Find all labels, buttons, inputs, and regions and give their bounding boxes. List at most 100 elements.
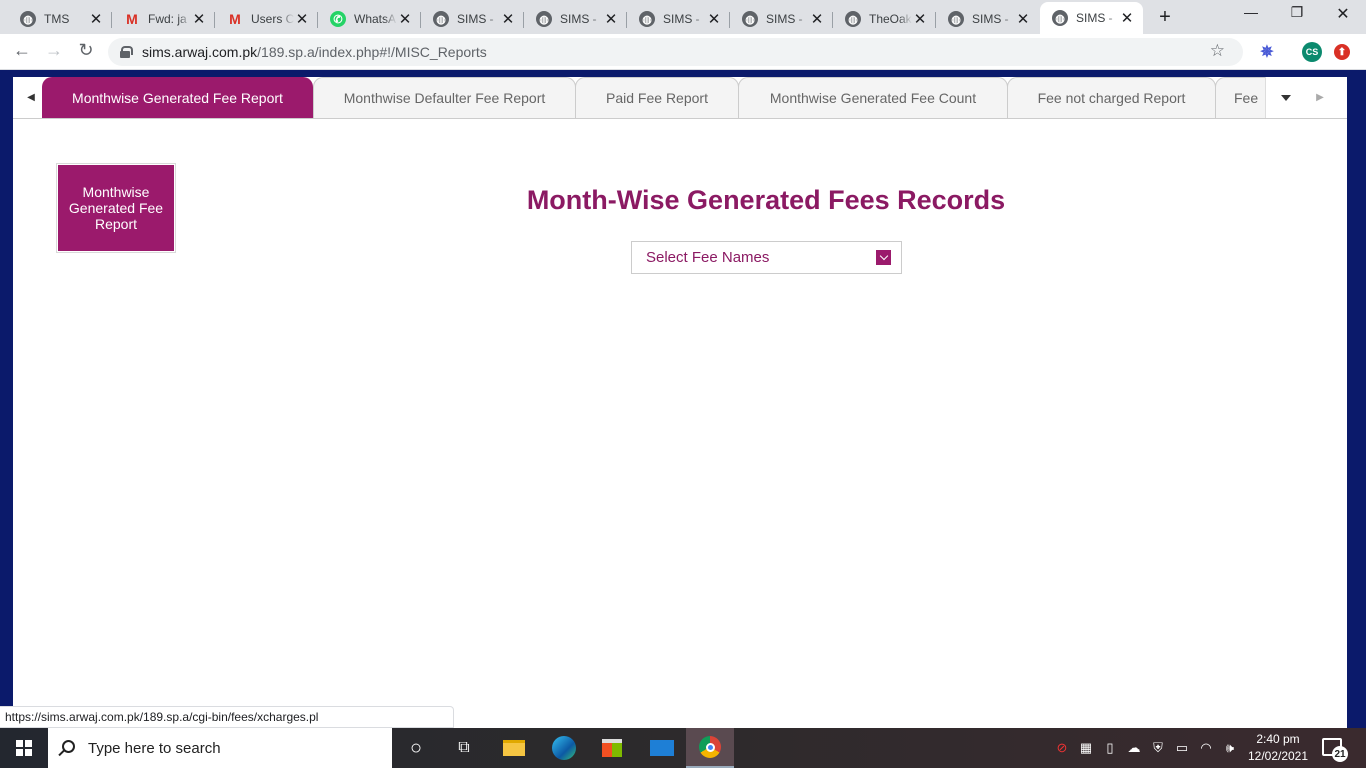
shield-icon[interactable]: ⛨ [1148,728,1168,768]
extension-icon[interactable]: ✵ [1257,42,1277,62]
report-tab-fee-not-charged[interactable]: Fee not charged Report [1007,77,1216,118]
close-icon[interactable]: ✕ [912,10,928,28]
bookmark-star-icon[interactable]: ☆ [1210,41,1225,61]
usb-icon[interactable]: ▯ [1100,728,1120,768]
browser-tab[interactable]: M Fwd: ja ✕ [112,4,215,34]
browser-tab-active[interactable]: ◍ SIMS - ✕ [1040,2,1143,34]
chrome-icon[interactable] [686,728,734,768]
browser-tab[interactable]: ◍ TMS ✕ [8,4,112,34]
notification-count: 21 [1332,746,1348,762]
status-bar-url: https://sims.arwaj.com.pk/189.sp.a/cgi-b… [0,706,454,728]
reload-icon[interactable]: ↻ [74,40,98,61]
edge-icon[interactable] [540,728,588,768]
globe-icon: ◍ [433,11,449,27]
gmail-icon: M [229,11,241,27]
close-icon[interactable]: ✕ [397,10,413,28]
browser-tab[interactable]: ◍ SIMS - ✕ [936,4,1039,34]
minimize-button[interactable]: — [1228,4,1274,20]
task-view-icon[interactable]: ⧉ [440,728,488,768]
tab-title: SIMS - [560,12,597,26]
new-tab-button[interactable]: + [1154,6,1176,29]
clock-date: 12/02/2021 [1247,749,1309,763]
report-tab-monthwise-generated[interactable]: Monthwise Generated Fee Report [42,77,313,118]
close-icon[interactable]: ✕ [500,10,516,28]
globe-icon: ◍ [20,11,36,27]
search-placeholder: Type here to search [88,739,221,757]
globe-icon: ◍ [1052,10,1068,26]
tab-title: SIMS - [663,12,700,26]
browser-tab-strip: ◍ TMS ✕ M Fwd: ja ✕ M Users C ✕ ✆ WhatsA… [0,0,1366,34]
wifi-icon[interactable]: ◠ [1196,728,1216,768]
url-host: sims.arwaj.com.pk [142,44,258,60]
url-path: /189.sp.a/index.php#!/MISC_Reports [257,44,487,60]
gmail-icon: M [126,11,138,27]
taskbar-search-box[interactable]: Type here to search [48,728,392,768]
report-tab-bar: ◀ Monthwise Generated Fee Report Monthwi… [13,77,1347,119]
fee-names-select[interactable]: Select Fee Names [631,241,902,274]
scroll-right-arrow-icon[interactable]: ▶ [1306,77,1334,118]
battery-icon[interactable]: ▭ [1172,728,1192,768]
close-icon[interactable]: ✕ [88,10,104,28]
restore-button[interactable]: ❐ [1274,4,1320,21]
window-close-button[interactable]: ✕ [1320,4,1366,24]
browser-tab[interactable]: M Users C ✕ [215,4,318,34]
browser-tab[interactable]: ◍ SIMS - ✕ [627,4,730,34]
browser-tab[interactable]: ✆ WhatsA ✕ [318,4,421,34]
report-tab-monthwise-defaulter[interactable]: Monthwise Defaulter Fee Report [313,77,576,118]
globe-icon: ◍ [948,11,964,27]
report-tab-generated-count[interactable]: Monthwise Generated Fee Count [738,77,1008,118]
scroll-left-arrow-icon[interactable]: ◀ [21,77,41,118]
profile-avatar[interactable]: CS [1302,42,1322,62]
browser-tab[interactable]: ◍ SIMS - ✕ [524,4,627,34]
antivirus-icon[interactable]: ⊘ [1052,728,1072,768]
address-bar[interactable]: sims.arwaj.com.pk/189.sp.a/index.php#!/M… [108,38,1243,66]
tab-title: TMS [44,12,70,26]
tab-title: Fwd: ja [148,12,187,26]
cloud-icon[interactable]: ☁ [1124,728,1144,768]
clock-time: 2:40 pm [1256,732,1300,746]
tab-title: TheOak [869,12,912,26]
tab-title: WhatsA [354,12,397,26]
tab-title: SIMS - [972,12,1009,26]
browser-tab[interactable]: ◍ SIMS - ✕ [421,4,524,34]
globe-icon: ◍ [742,11,758,27]
store-icon[interactable] [588,728,636,768]
close-icon[interactable]: ✕ [1119,9,1135,27]
search-icon [62,740,75,753]
tab-title: SIMS - [1076,11,1113,25]
system-clock[interactable]: 2:40 pm 12/02/2021 [1240,731,1316,765]
close-icon[interactable]: ✕ [603,10,619,28]
browser-tab[interactable]: ◍ SIMS - ✕ [730,4,833,34]
whatsapp-icon: ✆ [330,11,346,27]
chevron-down-icon[interactable] [876,250,891,265]
close-icon[interactable]: ✕ [706,10,722,28]
browser-toolbar: ← → ↻ sims.arwaj.com.pk/189.sp.a/index.p… [0,34,1366,70]
start-button[interactable] [0,728,48,768]
network-adapter-icon[interactable]: ▦ [1076,728,1096,768]
close-icon[interactable]: ✕ [1015,10,1031,28]
update-icon[interactable]: ⬆ [1334,44,1350,60]
tab-title: SIMS - [457,12,494,26]
report-tab-paid-fee[interactable]: Paid Fee Report [575,77,739,118]
globe-icon: ◍ [845,11,861,27]
tab-title: SIMS - [766,12,803,26]
mail-icon[interactable] [638,728,686,768]
volume-icon[interactable]: 🕪 [1220,728,1240,768]
tab-title: Users C [251,12,294,26]
close-icon[interactable]: ✕ [191,10,207,28]
page-title: Month-Wise Generated Fees Records [526,185,1006,215]
windows-logo-icon [16,740,32,756]
windows-taskbar: Type here to search ○ ⧉ ⊘ ▦ ▯ ☁ ⛨ ▭ ◠ 🕪 … [0,728,1366,768]
select-placeholder: Select Fee Names [646,249,770,266]
notification-center-icon[interactable]: 21 [1322,738,1348,762]
window-edge [1347,70,1366,728]
cortana-icon[interactable]: ○ [392,728,440,768]
browser-tab[interactable]: ◍ TheOak ✕ [833,4,936,34]
tabs-dropdown-button[interactable] [1265,77,1305,118]
forward-arrow-icon[interactable]: → [42,40,66,61]
back-arrow-icon[interactable]: ← [10,40,34,61]
globe-icon: ◍ [536,11,552,27]
file-explorer-icon[interactable] [490,728,538,768]
close-icon[interactable]: ✕ [294,10,310,28]
close-icon[interactable]: ✕ [809,10,825,28]
